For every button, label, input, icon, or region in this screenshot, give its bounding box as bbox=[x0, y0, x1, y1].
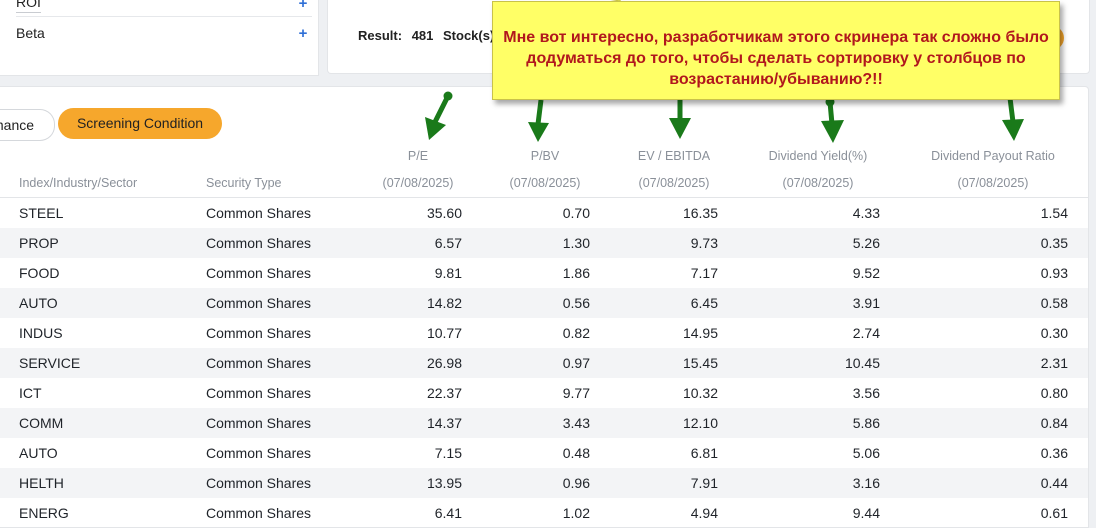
annotation-callout: Мне вот интересно, разработчикам этого с… bbox=[492, 1, 1060, 100]
annotation-line: возрастанию/убыванию?!! bbox=[669, 71, 883, 88]
annotation-line: додуматься до того, чтобы сделать сортир… bbox=[526, 50, 1026, 67]
annotation-text: Мне вот интересно, разработчикам этого с… bbox=[493, 27, 1059, 90]
annotation-line: Мне вот интересно, разработчикам этого с… bbox=[503, 29, 1049, 46]
